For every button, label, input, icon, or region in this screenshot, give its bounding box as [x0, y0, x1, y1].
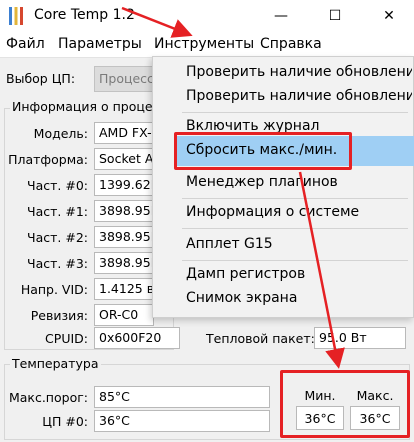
close-button[interactable]: ✕	[366, 0, 412, 32]
maximize-icon: ☐	[328, 8, 342, 24]
menu-bar: Файл Параметры Инструменты Справка	[0, 32, 414, 58]
freq3-value: 3898.95MHz	[94, 252, 154, 274]
cpu-select-label: Выбор ЦП:	[6, 71, 76, 86]
minimize-icon: —	[274, 8, 288, 24]
menu-item-register-dump[interactable]: Дамп регистров	[186, 266, 412, 282]
window-title: Core Temp 1.2	[34, 7, 135, 23]
freq2-value: 3898.95MHz	[94, 226, 154, 248]
maximize-button[interactable]: ☐	[312, 0, 358, 32]
freq1-value: 3898.95MHz	[94, 200, 154, 222]
vid-value: 1.4125 в	[94, 278, 154, 300]
menu-help[interactable]: Справка	[260, 36, 322, 52]
title-bar: Core Temp 1.2 — ☐ ✕	[0, 0, 414, 32]
annotation-box-minmax	[280, 370, 410, 438]
max-threshold-label: Макс.порог:	[8, 390, 88, 405]
menu-separator	[182, 112, 408, 113]
menu-item-check-updates-2[interactable]: Проверить наличие обновлений	[186, 88, 412, 104]
model-label: Модель:	[33, 126, 88, 141]
cpuid-label: CPUID:	[45, 331, 88, 346]
tdp-value: 95.0 Вт	[314, 327, 406, 349]
temperature-title: Температура	[10, 356, 101, 371]
minimize-button[interactable]: —	[258, 0, 304, 32]
menu-item-check-updates[interactable]: Проверить наличие обновлений	[186, 64, 412, 80]
menu-tools[interactable]: Инструменты	[154, 36, 254, 52]
annotation-box-reset	[174, 132, 352, 170]
max-threshold-value: 85°C	[94, 386, 270, 408]
app-icon	[6, 6, 26, 26]
freq3-label: Част. #3:	[27, 256, 88, 271]
platform-label: Платформа:	[8, 152, 88, 167]
menu-parameters[interactable]: Параметры	[58, 36, 142, 52]
vid-label: Напр. VID:	[20, 282, 88, 297]
tdp-label: Тепловой пакет:	[206, 331, 315, 346]
menu-item-plugin-manager[interactable]: Менеджер плагинов	[186, 174, 412, 190]
freq0-label: Част. #0:	[27, 178, 88, 193]
cpu-select[interactable]: Процессор	[94, 66, 154, 92]
cpu0-temp-label: ЦП #0:	[42, 414, 88, 429]
freq0-value: 1399.62MHz	[94, 174, 154, 196]
menu-item-system-info[interactable]: Информация о системе	[186, 204, 412, 220]
menu-item-g15-applet[interactable]: Апплет G15	[186, 236, 412, 252]
revision-value: OR-C0	[94, 304, 154, 326]
revision-label: Ревизия:	[30, 308, 88, 323]
menu-separator	[182, 228, 408, 229]
close-icon: ✕	[383, 8, 395, 24]
menu-file[interactable]: Файл	[6, 36, 45, 52]
menu-separator	[182, 260, 408, 261]
cpu0-temp-value: 36°C	[94, 410, 270, 432]
menu-item-screenshot[interactable]: Снимок экрана	[186, 290, 412, 306]
menu-separator	[182, 198, 408, 199]
cpuid-value: 0x600F20	[94, 327, 180, 349]
model-value: AMD FX-4	[94, 122, 154, 144]
freq2-label: Част. #2:	[27, 230, 88, 245]
platform-value: Socket AM3+	[94, 148, 154, 170]
freq1-label: Част. #1:	[27, 204, 88, 219]
